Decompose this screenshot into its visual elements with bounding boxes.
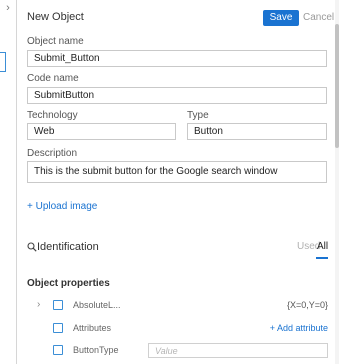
object-properties-title: Object properties <box>27 278 110 289</box>
type-label: Type <box>187 110 209 121</box>
code-name-label: Code name <box>27 73 79 84</box>
description-field[interactable]: This is the submit button for the Google… <box>27 161 327 183</box>
technology-field[interactable]: Web <box>27 123 176 140</box>
description-label: Description <box>27 148 78 159</box>
property-checkbox[interactable] <box>53 300 63 310</box>
property-name: AbsoluteL... <box>73 300 121 310</box>
property-row-attributes: Attributes + Add attribute <box>27 321 328 337</box>
type-field[interactable]: Button <box>187 123 327 140</box>
active-tab-indicator <box>316 257 328 259</box>
add-attribute-link[interactable]: + Add attribute <box>270 323 328 333</box>
chevron-right-icon[interactable]: › <box>37 299 40 310</box>
cancel-button[interactable]: Cancel <box>303 10 334 26</box>
side-tab[interactable] <box>0 52 6 72</box>
chevron-right-icon[interactable]: › <box>2 2 14 14</box>
upload-image-link[interactable]: + Upload image <box>27 201 97 212</box>
identification-label: Identification <box>37 241 99 253</box>
left-side-strip: › <box>0 0 17 364</box>
property-name: ButtonType <box>73 345 119 355</box>
new-object-panel: New Object Save Cancel Object name Submi… <box>16 0 339 364</box>
property-value: {X=0,Y=0} <box>286 300 328 310</box>
object-name-field[interactable]: Submit_Button <box>27 50 327 67</box>
code-name-field[interactable]: SubmitButton <box>27 87 327 104</box>
object-name-label: Object name <box>27 36 84 47</box>
scrollbar[interactable] <box>335 0 339 364</box>
panel-header: New Object Save Cancel <box>27 10 334 28</box>
property-checkbox[interactable] <box>53 345 63 355</box>
property-row-button-type: ButtonType <box>27 343 328 359</box>
tab-all[interactable]: All <box>317 241 328 252</box>
object-editor-window: › New Object Save Cancel Object name Sub… <box>0 0 339 364</box>
scrollbar-thumb[interactable] <box>335 24 339 148</box>
property-name: Attributes <box>73 323 112 333</box>
search-icon <box>27 242 37 252</box>
property-checkbox[interactable] <box>53 323 63 333</box>
technology-label: Technology <box>27 110 78 121</box>
identification-header: Identification Used All <box>27 240 328 260</box>
panel-title: New Object <box>27 11 84 23</box>
button-type-value-input[interactable] <box>148 343 328 358</box>
property-row-absolute-location: › AbsoluteL... {X=0,Y=0} <box>27 298 328 314</box>
save-button[interactable]: Save <box>263 10 299 26</box>
